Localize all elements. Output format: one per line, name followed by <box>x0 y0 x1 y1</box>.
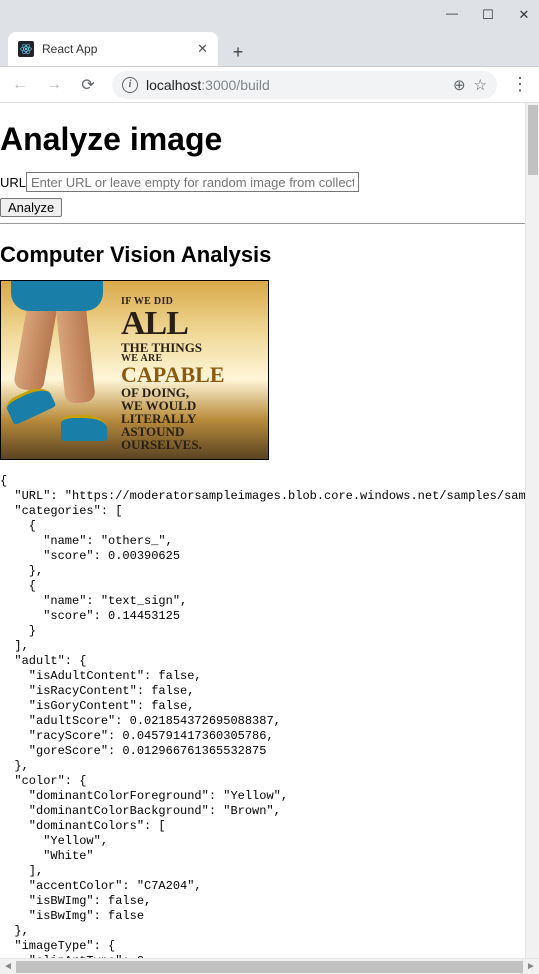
result-heading: Computer Vision Analysis <box>0 242 539 268</box>
horizontal-scrollbar-thumb[interactable] <box>16 961 523 973</box>
new-tab-button[interactable]: + <box>224 38 252 66</box>
site-info-icon[interactable]: i <box>122 77 138 93</box>
vertical-scrollbar[interactable] <box>525 103 539 959</box>
browser-toolbar: ← → ⟳ i localhost:3000/build ⊕ ☆ ⋮ <box>0 67 539 103</box>
page-heading: Analyze image <box>0 121 539 158</box>
image-quote: IF WE DID ALL THE THINGS WE ARE CAPABLE … <box>121 297 225 451</box>
horizontal-scrollbar-track[interactable] <box>16 959 523 974</box>
window-close-icon[interactable] <box>517 8 531 22</box>
vertical-scrollbar-thumb[interactable] <box>528 105 538 175</box>
forward-button[interactable]: → <box>44 76 64 94</box>
bookmark-star-icon[interactable]: ☆ <box>474 76 487 94</box>
tab-react-app[interactable]: React App ✕ <box>8 32 218 66</box>
address-path: :3000/build <box>201 77 270 93</box>
address-host: localhost <box>146 77 201 93</box>
quote-line: OURSELVES. <box>121 438 225 451</box>
url-row: URL <box>0 172 539 192</box>
address-bar[interactable]: i localhost:3000/build ⊕ ☆ <box>112 71 497 99</box>
analyze-button[interactable]: Analyze <box>0 198 62 217</box>
divider <box>0 223 539 224</box>
address-text: localhost:3000/build <box>146 77 445 93</box>
react-favicon-icon <box>18 41 34 57</box>
url-label: URL <box>0 175 26 190</box>
browser-chrome: React App ✕ + <box>0 0 539 67</box>
window-maximize-icon[interactable] <box>481 8 495 22</box>
image-figure-legs <box>1 281 121 460</box>
reload-button[interactable]: ⟳ <box>78 75 98 95</box>
tab-close-icon[interactable]: ✕ <box>197 41 208 57</box>
analyzed-image: IF WE DID ALL THE THINGS WE ARE CAPABLE … <box>0 280 269 460</box>
quote-line: CAPABLE <box>121 364 225 386</box>
tab-strip: React App ✕ + <box>0 30 539 66</box>
page-viewport: Analyze image URL Analyze Computer Visio… <box>0 103 539 959</box>
url-input[interactable] <box>26 172 359 192</box>
quote-line: ALL <box>121 307 225 341</box>
window-minimize-icon[interactable] <box>445 8 459 22</box>
zoom-icon[interactable]: ⊕ <box>453 76 466 94</box>
back-button[interactable]: ← <box>10 76 30 94</box>
horizontal-scrollbar[interactable]: ◄ ► <box>0 958 539 974</box>
scroll-left-icon[interactable]: ◄ <box>0 961 16 972</box>
page-content: Analyze image URL Analyze Computer Visio… <box>0 103 539 959</box>
tab-title: React App <box>42 42 189 56</box>
window-controls <box>0 0 539 30</box>
browser-menu-icon[interactable]: ⋮ <box>511 74 529 95</box>
scroll-right-icon[interactable]: ► <box>523 961 539 972</box>
analysis-json: { "URL": "https://moderatorsampleimages.… <box>0 474 539 959</box>
